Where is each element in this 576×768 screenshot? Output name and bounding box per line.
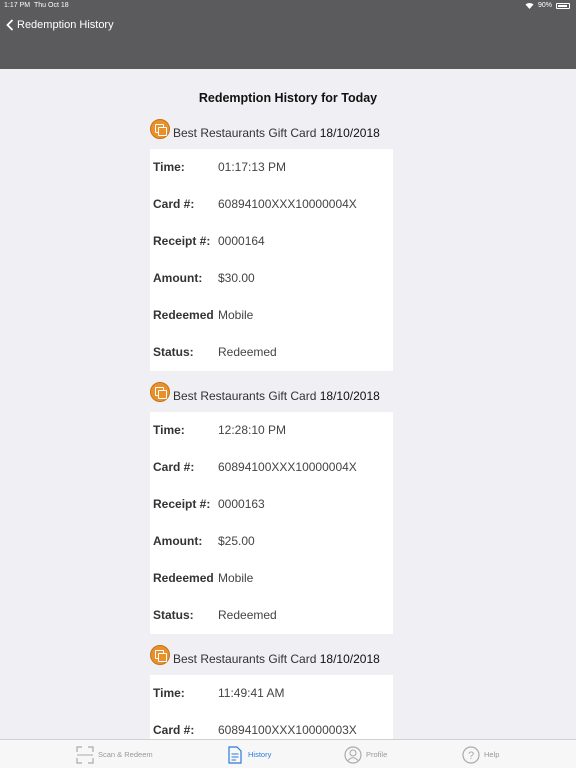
page-title: Redemption History for Today [198,91,378,105]
amount-value: $30.00 [218,271,255,285]
record-card-name: Best Restaurants Gift Card [173,652,317,666]
record-header: Best Restaurants Gift Card 18/10/2018 [150,382,395,410]
card-value: 60894100XXX10000004X [218,460,357,474]
redeemed-label: Redeemed [153,571,214,585]
back-button[interactable]: Redemption History [6,19,114,31]
detail-row-receipt: Receipt #: 0000164 [150,223,393,260]
card-label: Card #: [153,460,195,474]
status-bar: 1:17 PM Thu Oct 18 90% [0,0,576,11]
record-card-title: Best Restaurants Gift Card 18/10/2018 [173,126,380,140]
receipt-value: 0000164 [218,234,265,248]
status-value: Redeemed [218,608,277,622]
battery-percent: 90% [537,2,552,9]
profile-icon [344,745,362,764]
status-label: Status: [153,345,194,359]
tab-history[interactable]: History [226,740,271,768]
record-details: Time: 12:28:10 PM Card #: 60894100XXX10000… [150,412,393,634]
status-time: 1:17 PM [4,2,31,9]
record-details: Time: 11:49:41 AM Card #: 60894100XXX10000… [150,675,393,739]
wifi-icon [525,2,534,9]
card-label: Card #: [153,723,195,737]
scan-icon [76,745,94,764]
record-card-title: Best Restaurants Gift Card 18/10/2018 [173,389,380,403]
tab-scan-redeem[interactable]: Scan & Redeem [76,740,153,768]
time-label: Time: [153,423,185,437]
time-value: 01:17:13 PM [218,160,287,174]
detail-row-time: Time: 12:28:10 PM [150,412,393,449]
history-record: Best Restaurants Gift Card 18/10/2018 Ti… [150,382,395,634]
record-header: Best Restaurants Gift Card 18/10/2018 [150,645,395,673]
record-card-title: Best Restaurants Gift Card 18/10/2018 [173,652,380,666]
detail-row-receipt: Receipt #: 0000163 [150,486,393,523]
redeemed-value: Mobile [218,308,254,322]
record-date: 18/10/2018 [319,126,380,140]
receipt-label: Receipt #: [153,497,211,511]
history-record: Best Restaurants Gift Card 18/10/2018 Ti… [150,119,395,371]
history-icon [228,745,242,764]
tab-help-label: Help [484,750,500,759]
gift-card-icon [150,382,170,402]
history-content[interactable]: Redemption History for Today Best Restau… [0,69,576,739]
detail-row-time: Time: 01:17:13 PM [150,149,393,186]
back-button-label: Redemption History [17,19,114,31]
status-value: Redeemed [218,345,277,359]
time-label: Time: [153,160,185,174]
receipt-value: 0000163 [218,497,265,511]
redeemed-value: Mobile [218,571,254,585]
detail-row-time: Time: 11:49:41 AM [150,675,393,712]
record-details: Time: 01:17:13 PM Card #: 60894100XXX10000… [150,149,393,371]
amount-value: $25.00 [218,534,255,548]
detail-row-amount: Amount: $30.00 [150,260,393,297]
help-icon: ? [462,745,480,764]
detail-row-card: Card #: 60894100XXX10000004X [150,186,393,223]
card-value: 60894100XXX10000004X [218,197,357,211]
detail-row-status: Status: Redeemed [150,597,393,634]
card-value: 60894100XXX10000003X [218,723,357,737]
gift-card-icon [150,645,170,665]
chevron-left-icon [6,19,14,31]
status-date: Thu Oct 18 [34,2,69,9]
amount-label: Amount: [153,534,203,548]
tab-profile-label: Profile [366,750,388,759]
nav-bar: Redemption History [0,11,576,69]
time-label: Time: [153,686,185,700]
tab-profile[interactable]: Profile [344,740,387,768]
detail-row-redeemed: Redeemed Mobile [150,560,393,597]
tab-bar: Scan & Redeem History Profile ? Help [0,739,576,768]
detail-row-card: Card #: 60894100XXX10000003X [150,712,393,739]
amount-label: Amount: [153,271,203,285]
detail-row-card: Card #: 60894100XXX10000004X [150,449,393,486]
record-card-name: Best Restaurants Gift Card [173,126,317,140]
svg-text:?: ? [468,750,474,762]
status-label: Status: [153,608,194,622]
record-date: 18/10/2018 [319,652,380,666]
detail-row-amount: Amount: $25.00 [150,523,393,560]
tab-help[interactable]: ? Help [462,740,499,768]
card-label: Card #: [153,197,195,211]
record-date: 18/10/2018 [319,389,380,403]
tab-scan-redeem-label: Scan & Redeem [98,750,153,759]
gift-card-icon [150,119,170,139]
status-right: 90% [525,0,570,11]
detail-row-status: Status: Redeemed [150,334,393,371]
detail-row-redeemed: Redeemed Mobile [150,297,393,334]
time-value: 12:28:10 PM [218,423,287,437]
redeemed-label: Redeemed [153,308,214,322]
history-record: Best Restaurants Gift Card 18/10/2018 Ti… [150,645,395,739]
battery-icon [556,2,570,9]
record-header: Best Restaurants Gift Card 18/10/2018 [150,119,395,147]
record-card-name: Best Restaurants Gift Card [173,389,317,403]
time-value: 11:49:41 AM [218,686,285,700]
receipt-label: Receipt #: [153,234,211,248]
tab-history-label: History [248,750,272,759]
